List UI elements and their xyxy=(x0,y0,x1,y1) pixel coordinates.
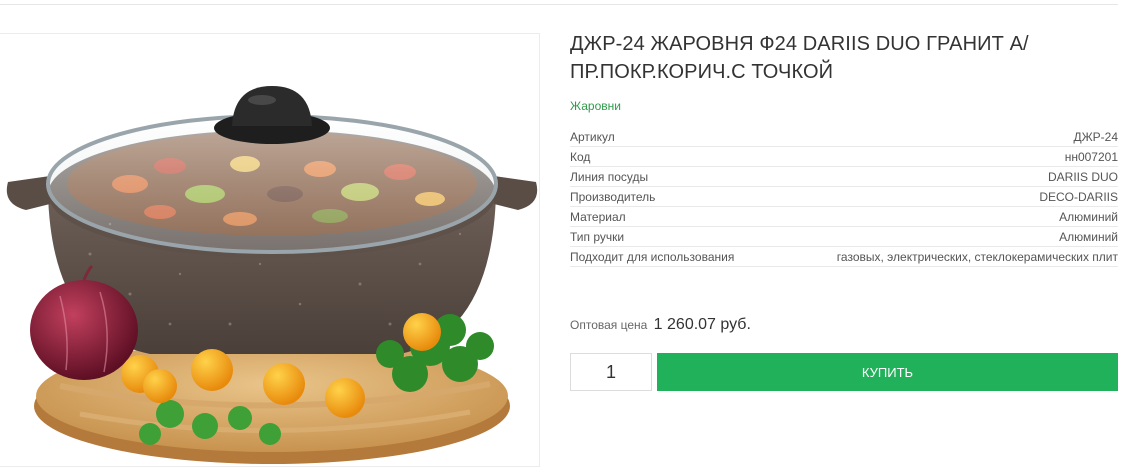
spec-label: Производитель xyxy=(570,186,773,207)
specs-table: Артикул ДЖР-24 Код нн007201 Линия посуды… xyxy=(570,127,1118,267)
spec-value: газовых, электрических, стеклокерамическ… xyxy=(772,246,1118,267)
spec-label: Линия посуды xyxy=(570,166,773,187)
spec-label: Тип ручки xyxy=(570,226,773,247)
top-divider xyxy=(0,0,1118,5)
spec-label: Материал xyxy=(570,206,773,227)
spec-value: DARIIS DUO xyxy=(772,166,1118,187)
price-value: 1 260.07 руб. xyxy=(653,316,751,333)
spec-row-code: Код нн007201 xyxy=(570,146,1118,167)
spec-value: нн007201 xyxy=(772,146,1118,167)
spec-value: Алюминий xyxy=(772,226,1118,247)
spec-value: Алюминий xyxy=(772,206,1118,227)
spec-value: DECO-DARIIS xyxy=(772,186,1118,207)
price-label: Оптовая цена xyxy=(570,318,648,332)
product-info: ДЖР-24 ЖАРОВНЯ Ф24 DARIIS DUO ГРАНИТ А/П… xyxy=(570,30,1118,267)
price-block: Оптовая цена 1 260.07 руб. xyxy=(570,316,751,334)
spec-label: Артикул xyxy=(570,127,773,147)
spec-row-article: Артикул ДЖР-24 xyxy=(570,127,1118,147)
spec-row-handle: Тип ручки Алюминий xyxy=(570,226,1118,247)
spec-row-manufacturer: Производитель DECO-DARIIS xyxy=(570,186,1118,207)
product-title: ДЖР-24 ЖАРОВНЯ Ф24 DARIIS DUO ГРАНИТ А/П… xyxy=(570,33,1029,83)
spec-row-material: Материал Алюминий xyxy=(570,206,1118,227)
spec-row-usage: Подходит для использования газовых, элек… xyxy=(570,246,1118,267)
quantity-input[interactable] xyxy=(570,353,652,391)
spec-value: ДЖР-24 xyxy=(772,127,1118,147)
category-link[interactable]: Жаровни xyxy=(570,99,621,113)
spec-label: Код xyxy=(570,146,773,167)
spec-label: Подходит для использования xyxy=(570,246,773,267)
spec-row-line: Линия посуды DARIIS DUO xyxy=(570,166,1118,187)
buy-button[interactable]: КУПИТЬ xyxy=(657,353,1118,391)
product-image[interactable] xyxy=(0,33,540,467)
